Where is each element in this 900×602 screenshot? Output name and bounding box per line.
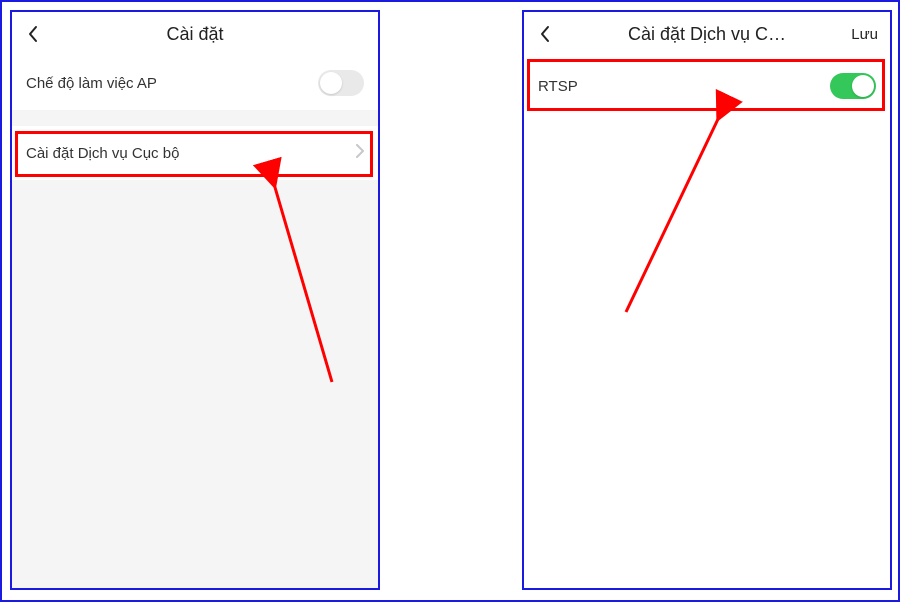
- ap-mode-row[interactable]: Chế độ làm việc AP: [12, 56, 378, 110]
- left-header: Cài đặt: [12, 12, 378, 56]
- chevron-left-icon: [27, 25, 39, 43]
- left-phone-frame: Cài đặt Chế độ làm việc AP Cài đặt Dịch …: [10, 10, 380, 590]
- right-empty-area: [524, 116, 890, 588]
- save-button[interactable]: Lưu: [851, 26, 878, 43]
- rtsp-label: RTSP: [538, 78, 578, 95]
- rtsp-row[interactable]: RTSP: [524, 56, 890, 116]
- back-button-right[interactable]: [534, 23, 556, 45]
- local-service-row[interactable]: Cài đặt Dịch vụ Cục bộ: [12, 126, 378, 180]
- left-screen: Cài đặt Chế độ làm việc AP Cài đặt Dịch …: [12, 12, 378, 588]
- ap-mode-toggle[interactable]: [318, 70, 364, 96]
- chevron-left-icon: [539, 25, 551, 43]
- rtsp-toggle[interactable]: [830, 73, 876, 99]
- right-header: Cài đặt Dịch vụ C… Lưu: [524, 12, 890, 56]
- chevron-right-icon: [356, 144, 364, 163]
- right-phone-frame: Cài đặt Dịch vụ C… Lưu RTSP: [522, 10, 892, 590]
- left-empty-area: [12, 180, 378, 588]
- ap-mode-label: Chế độ làm việc AP: [26, 75, 157, 92]
- composite-image: Cài đặt Chế độ làm việc AP Cài đặt Dịch …: [0, 0, 900, 602]
- right-title: Cài đặt Dịch vụ C…: [524, 24, 890, 45]
- section-divider: [12, 110, 378, 126]
- local-service-label: Cài đặt Dịch vụ Cục bộ: [26, 145, 179, 162]
- left-title: Cài đặt: [12, 24, 378, 45]
- back-button-left[interactable]: [22, 23, 44, 45]
- right-screen: Cài đặt Dịch vụ C… Lưu RTSP: [524, 12, 890, 588]
